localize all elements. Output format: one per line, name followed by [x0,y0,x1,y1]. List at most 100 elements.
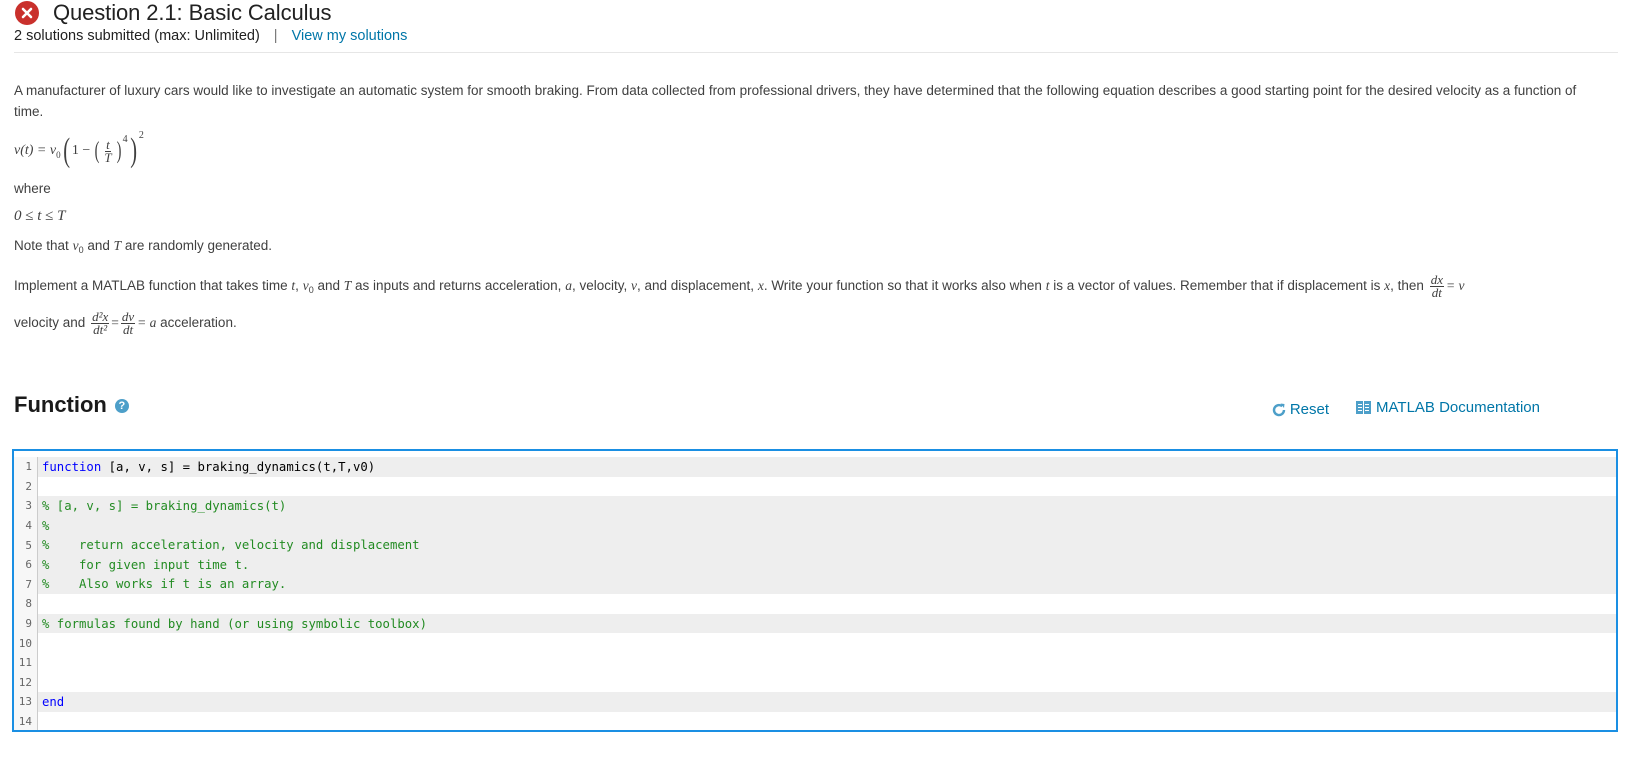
comment: % formulas found by hand (or using symbo… [42,616,427,631]
impl-and: and [317,278,340,293]
line-code[interactable]: % for given input time t. [38,554,1616,575]
eq-sub: 0 [56,150,61,160]
impl-eq-v: = v [1445,278,1465,293]
refresh-icon [1272,403,1286,416]
impl-eq: = [111,315,119,330]
function-section-header: Function ? [14,392,129,418]
impl-p2: as inputs and returns acceleration, [355,278,562,293]
eq-inner-paren-close: ) [116,138,121,164]
code-line[interactable]: 9 % formulas found by hand (or using symb… [14,613,1616,634]
impl-eq-a: = a [137,315,157,330]
reset-button[interactable]: Reset [1271,401,1329,418]
line-number: 8 [14,594,38,614]
comment: % [42,518,50,533]
line-code[interactable] [38,477,1616,497]
line-number: 1 [14,457,38,477]
line-code[interactable] [38,594,1616,614]
code-editor[interactable]: 1 function [a, v, s] = braking_dynamics(t… [12,449,1618,732]
note-v: v [72,238,79,253]
impl-p8: velocity and [14,315,86,330]
impl-p7: , then [1390,278,1424,293]
note-pre: Note that [14,238,69,253]
line-code[interactable] [38,673,1616,693]
impl-a: a [565,278,572,293]
comment: % return acceleration, velocity and disp… [42,538,420,553]
code-line[interactable]: 1 function [a, v, s] = braking_dynamics(t… [14,457,1616,477]
eq-paren-close: ) [129,132,137,169]
impl-comma: , [295,278,299,293]
code-line[interactable]: 8 [14,594,1616,614]
line-code[interactable]: % return acceleration, velocity and disp… [38,535,1616,555]
code-line[interactable]: 12 [14,672,1616,693]
question-title: Question 2.1: Basic Calculus [53,0,332,25]
impl-t2: t [1045,278,1050,293]
code-line[interactable]: 14 [14,711,1616,730]
impl-v: v [302,278,309,293]
code-line[interactable]: 5 % return acceleration, velocity and dis… [14,535,1616,555]
d2x-dt2-fraction: d²x dt² [91,310,110,336]
editor-lines: 1 function [a, v, s] = braking_dynamics(t… [14,457,1616,730]
line-code[interactable]: end [38,692,1616,712]
eq-outer-exp: 2 [138,129,144,141]
book-icon [1356,401,1372,414]
docs-label: MATLAB Documentation [1376,399,1540,416]
line-number: 2 [14,476,38,497]
code-line[interactable]: 10 [14,633,1616,653]
line-code[interactable]: % formulas found by hand (or using symbo… [38,613,1616,634]
line-number: 10 [14,633,38,653]
frac-dt3: dt [122,321,134,337]
view-solutions-link[interactable]: View my solutions [292,28,408,44]
line-code[interactable]: function [a, v, s] = braking_dynamics(t,… [38,457,1616,477]
eq-one-minus: 1 − [71,143,91,158]
code-line[interactable]: 7 % Also works if t is an array. [14,574,1616,595]
code-line[interactable]: 2 [14,476,1616,497]
code-line[interactable]: 4% [14,515,1616,536]
code-text: [a, v, s] = braking_dynamics(t,T,v0) [101,459,376,474]
impl-sub: 0 [308,285,314,295]
separator: | [273,28,278,44]
code-line[interactable]: 11 [14,652,1616,673]
line-number: 9 [14,613,38,634]
keyword: function [42,459,102,474]
function-title: Function [14,392,107,417]
velocity-equation: v(t) = v0 ( 1 − ( tT ) 4 ) 2 [14,130,144,172]
error-x-icon [15,1,39,25]
impl-p5: . Write your function so that it works a… [763,278,1042,293]
line-number: 6 [14,554,38,575]
intro-text: A manufacturer of luxury cars would like… [14,83,1577,119]
eq-fraction: tT [103,138,112,165]
line-code[interactable] [38,653,1616,673]
where-text: where [14,181,51,196]
note-post: are randomly generated. [124,238,273,253]
note-sub: 0 [78,245,84,255]
note-T: T [113,238,122,253]
eq-frac-den: T [104,149,112,165]
line-code[interactable] [38,633,1616,653]
question-header: Question 2.1: Basic Calculus 2 solutions… [14,0,1618,53]
dx-dt-fraction: dx dt [1429,273,1444,299]
eq-inner-paren-open: ( [94,138,100,164]
note-and: and [87,238,110,253]
comment: % Also works if t is an array. [42,577,287,592]
line-number: 14 [14,711,38,730]
eq-lhs: v(t) = v [14,143,57,158]
code-line[interactable]: 6 % for given input time t. [14,554,1616,575]
line-code[interactable]: % [38,515,1616,536]
code-line[interactable]: 3 % [a, v, s] = braking_dynamics(t) [14,496,1616,516]
line-code[interactable]: % [a, v, s] = braking_dynamics(t) [38,496,1616,516]
eq-paren-open: ( [62,132,70,169]
matlab-documentation-link[interactable]: MATLAB Documentation [1356,399,1540,416]
line-number: 3 [14,496,38,516]
question-circle-icon[interactable]: ? [114,399,129,413]
line-code[interactable] [38,712,1616,730]
line-number: 5 [14,535,38,555]
divider [14,52,1618,53]
impl-p1: Implement a MATLAB function that takes t… [14,278,288,293]
line-number: 11 [14,652,38,673]
range-text: 0 ≤ t ≤ T [14,208,66,224]
line-code[interactable]: % Also works if t is an array. [38,574,1616,595]
dv-dt-fraction: dv dt [120,310,136,337]
editor-actions: Reset MATLAB Documentation [1271,397,1540,418]
code-line[interactable]: 13 end [14,692,1616,712]
reset-label: Reset [1289,401,1330,418]
